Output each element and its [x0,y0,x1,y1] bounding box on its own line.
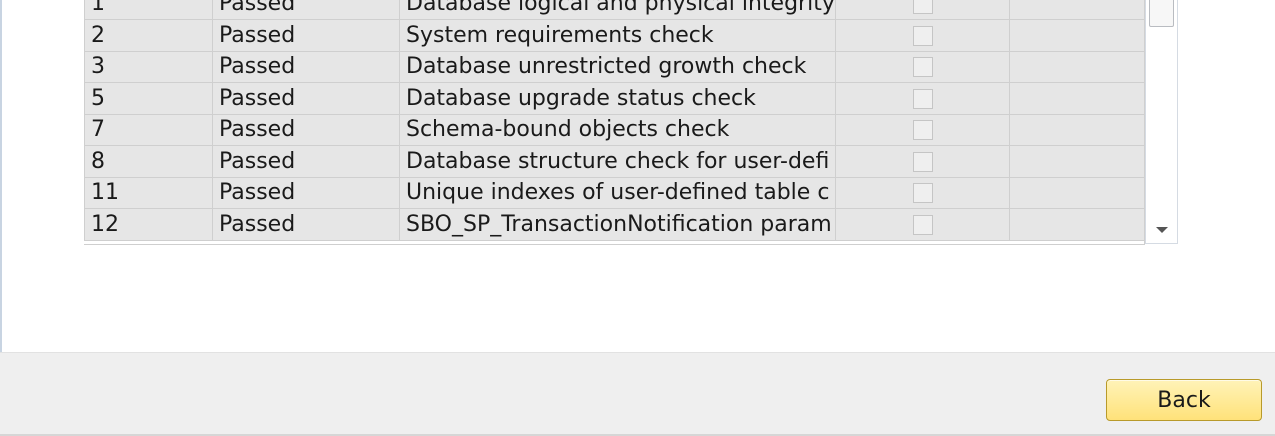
result-cell: Passed [212,114,400,146]
result-cell: Passed [212,0,400,20]
check-name-cell: Database structure check for user-defi [399,145,836,178]
row-number-cell: 5 [84,82,213,115]
empty-cell [1009,19,1144,52]
result-cell: Passed [212,51,400,83]
table-row[interactable]: 5 Passed Database upgrade status check [84,82,1144,115]
row-number-cell: 12 [84,208,213,241]
table-row[interactable]: 8 Passed Database structure check for user… [84,145,1144,178]
scroll-down-button[interactable] [1146,217,1177,243]
vertical-scrollbar[interactable] [1145,0,1178,244]
table-row[interactable]: 2 Passed System requirements check [84,19,1144,52]
row-checkbox[interactable] [912,183,933,204]
row-checkbox[interactable] [912,25,933,46]
results-table: 1 Passed Database logical and physical int… [84,0,1144,241]
checkbox-cell [835,145,1010,178]
main-panel: 1 Passed Database logical and physical int… [0,0,1275,352]
results-grid: 1 Passed Database logical and physical int… [84,0,1145,245]
check-name-cell: Unique indexes of user-defined table c [399,177,836,209]
result-cell: Passed [212,82,400,115]
table-row[interactable]: 7 Passed Schema-bound objects check [84,114,1144,146]
empty-cell [1009,208,1144,241]
table-row[interactable]: 12 Passed SBO_SP_TransactionNotification p… [84,208,1144,241]
check-name-cell: Database logical and physical integrity … [399,0,836,20]
row-checkbox[interactable] [912,120,933,141]
arrow-down-icon [1155,227,1168,233]
empty-cell [1009,51,1144,83]
result-cell: Passed [212,208,400,241]
row-checkbox[interactable] [912,88,933,109]
checkbox-cell [835,82,1010,115]
scrollbar-thumb[interactable] [1149,0,1174,27]
table-row[interactable]: 11 Passed Unique indexes of user-defined t… [84,177,1144,209]
check-name-cell: System requirements check [399,19,836,52]
empty-cell [1009,177,1144,209]
checkbox-cell [835,114,1010,146]
row-number-cell: 3 [84,51,213,83]
checkbox-cell [835,19,1010,52]
checkbox-cell [835,0,1010,20]
footer-bar: Back [0,352,1275,436]
row-checkbox[interactable] [912,151,933,172]
table-row[interactable]: 1 Passed Database logical and physical int… [84,0,1144,20]
row-number-cell: 7 [84,114,213,146]
empty-cell [1009,82,1144,115]
row-checkbox[interactable] [912,57,933,78]
result-cell: Passed [212,177,400,209]
result-cell: Passed [212,19,400,52]
empty-cell [1009,114,1144,146]
row-number-cell: 11 [84,177,213,209]
check-name-cell: Database upgrade status check [399,82,836,115]
checkbox-cell [835,177,1010,209]
checkbox-cell [835,208,1010,241]
check-name-cell: Schema-bound objects check [399,114,836,146]
check-name-cell: Database unrestricted growth check [399,51,836,83]
row-checkbox[interactable] [912,214,933,235]
check-name-cell: SBO_SP_TransactionNotification param [399,208,836,241]
row-checkbox[interactable] [912,0,933,14]
row-number-cell: 8 [84,145,213,178]
checkbox-cell [835,51,1010,83]
back-button[interactable]: Back [1106,379,1262,421]
result-cell: Passed [212,145,400,178]
table-row[interactable]: 3 Passed Database unrestricted growth chec… [84,51,1144,83]
row-number-cell: 2 [84,19,213,52]
empty-cell [1009,0,1144,20]
row-number-cell: 1 [84,0,213,20]
empty-cell [1009,145,1144,178]
